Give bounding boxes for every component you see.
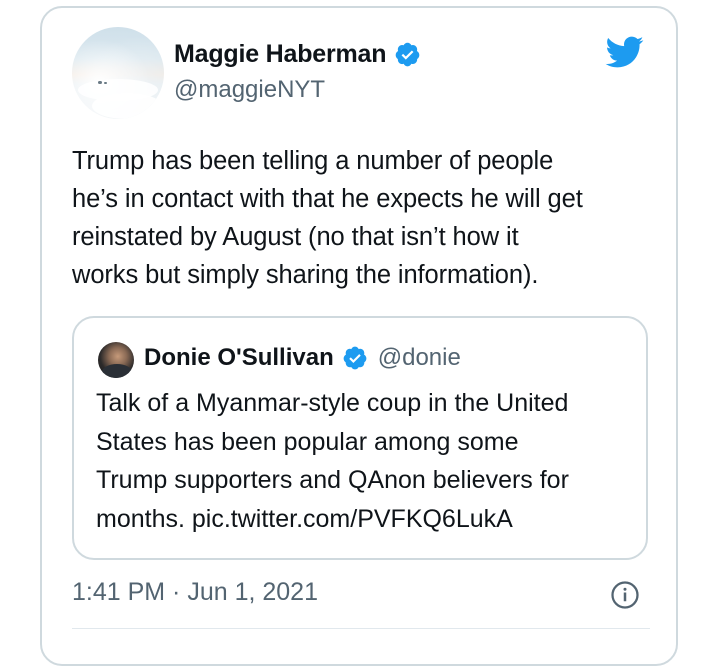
divider <box>72 628 650 629</box>
verified-badge-icon <box>343 346 367 370</box>
info-icon[interactable] <box>610 580 640 610</box>
quoted-author-avatar[interactable] <box>98 342 134 378</box>
quoted-author-row[interactable]: Donie O'Sullivan @donie <box>144 340 461 376</box>
twitter-bird-icon[interactable] <box>600 32 648 72</box>
verified-badge-icon <box>396 42 420 66</box>
author-avatar[interactable] <box>72 27 164 119</box>
author-name[interactable]: Maggie Haberman <box>174 40 387 69</box>
quoted-author-name[interactable]: Donie O'Sullivan <box>144 344 334 372</box>
tweet-text: Trump has been telling a number of peopl… <box>72 147 583 289</box>
quoted-tweet[interactable]: Donie O'Sullivan @donie Talk of a Myanma… <box>72 316 648 560</box>
quoted-author-handle[interactable]: @donie <box>378 344 461 372</box>
tweet-timestamp[interactable]: 1:41 PM · Jun 1, 2021 <box>72 578 318 607</box>
author-name-row[interactable]: Maggie Haberman <box>174 36 421 72</box>
author-handle[interactable]: @maggieNYT <box>174 76 325 104</box>
quoted-tweet-text: Talk of a Myanmar-style coup in the Unit… <box>96 389 569 533</box>
